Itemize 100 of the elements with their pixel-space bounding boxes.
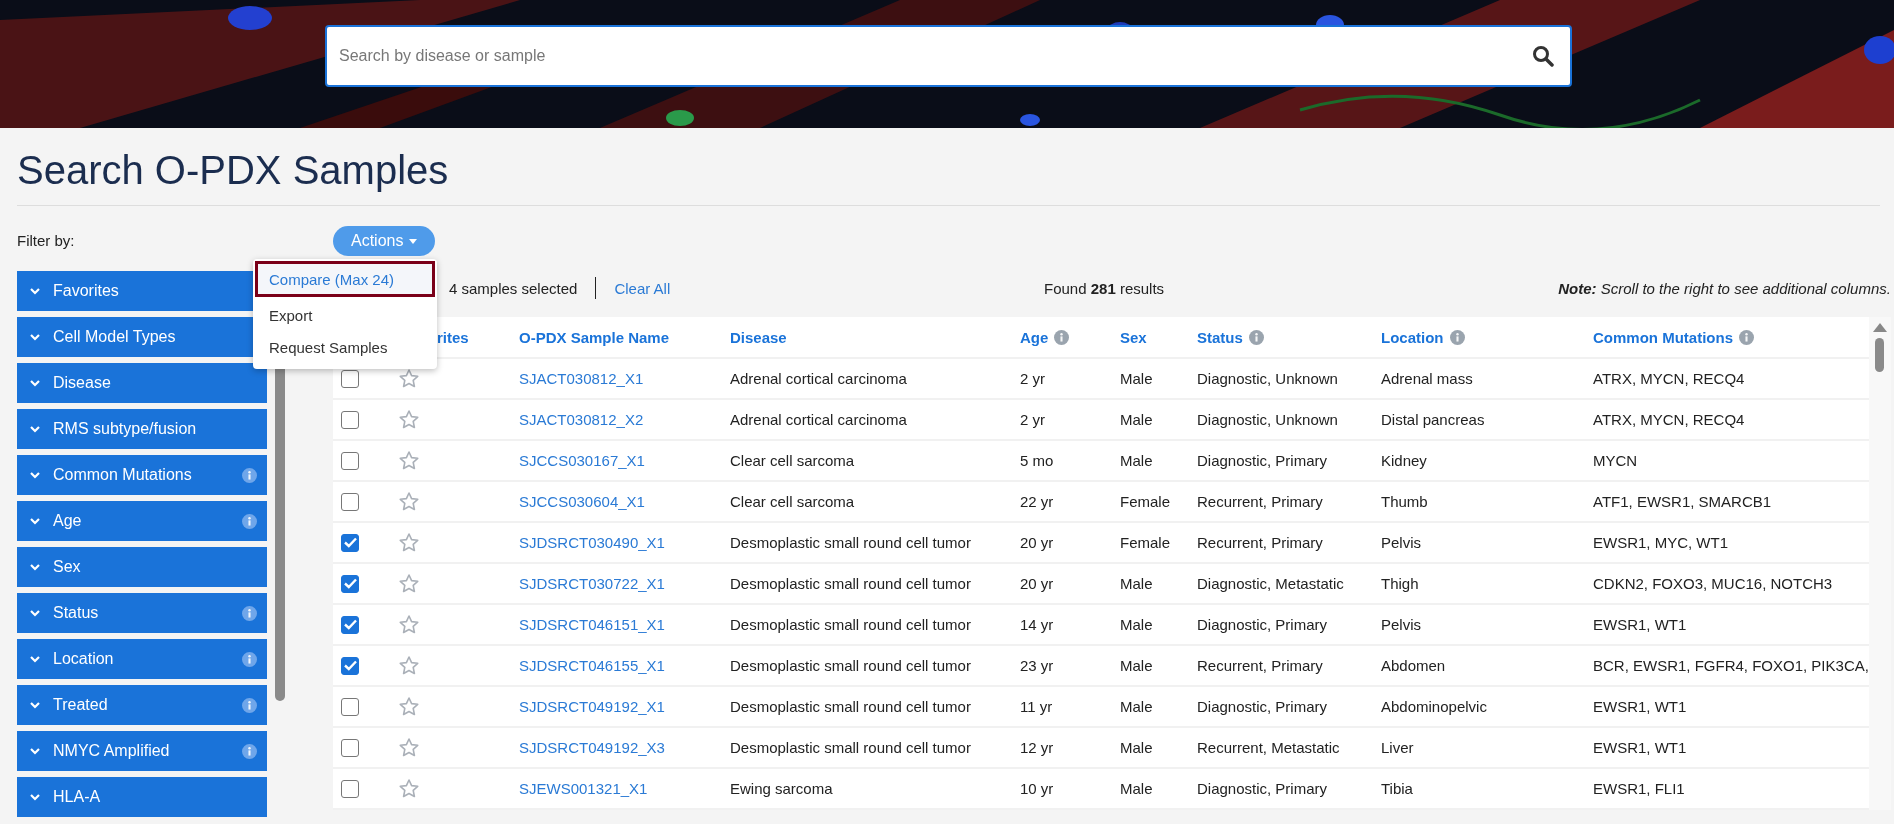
table-cell: Tibia (1381, 780, 1413, 797)
table-cell: Clear cell sarcoma (730, 493, 855, 510)
star-icon[interactable] (399, 615, 419, 634)
table-cell: 14 yr (1020, 616, 1054, 633)
table-cell: 2 yr (1020, 370, 1045, 387)
table-cell: Diagnostic, Unknown (1197, 370, 1338, 387)
column-header[interactable]: rites (437, 328, 469, 346)
table-cell: 2 yr (1020, 411, 1045, 428)
table-cell: Male (1120, 698, 1153, 715)
filter-item[interactable]: Age (17, 501, 267, 541)
scroll-up-icon[interactable] (1872, 323, 1887, 332)
star-icon[interactable] (399, 574, 419, 593)
star-icon[interactable] (399, 369, 419, 388)
column-header[interactable]: O-PDX Sample Name (519, 328, 670, 346)
row-checkbox[interactable] (341, 615, 359, 634)
table-cell: Thigh (1381, 575, 1419, 592)
info-icon[interactable] (242, 743, 257, 759)
sample-link[interactable]: SJDSRCT049192_X3 (519, 739, 665, 756)
sample-link[interactable]: SJDSRCT046155_X1 (519, 657, 665, 674)
row-checkbox[interactable] (341, 410, 359, 429)
info-icon[interactable] (1739, 329, 1754, 345)
info-icon[interactable] (1054, 329, 1070, 345)
sample-link[interactable]: SJCCS030167_X1 (519, 452, 645, 469)
table-cell: EWSR1, FLI1 (1593, 780, 1685, 797)
filter-item[interactable]: Sex (17, 547, 267, 587)
info-icon[interactable] (1449, 329, 1465, 345)
column-header[interactable]: Status (1197, 328, 1243, 346)
table-cell: 10 yr (1020, 780, 1054, 797)
info-icon[interactable] (1248, 329, 1264, 345)
info-icon[interactable] (242, 651, 257, 667)
row-checkbox[interactable] (341, 779, 359, 798)
row-checkbox[interactable] (341, 369, 359, 388)
info-icon[interactable] (242, 605, 257, 621)
table-cell: Diagnostic, Primary (1197, 780, 1328, 797)
sample-link[interactable]: SJEWS001321_X1 (519, 780, 648, 797)
info-icon[interactable] (242, 697, 257, 713)
table-cell: 12 yr (1020, 739, 1054, 756)
filter-item[interactable]: Common Mutations (17, 455, 267, 495)
filter-label-text: Cell Model Types (53, 328, 177, 346)
info-icon[interactable] (242, 467, 257, 483)
table-cell: EWSR1, WT1 (1593, 616, 1687, 633)
sample-link[interactable]: SJDSRCT030722_X1 (519, 575, 665, 592)
table-cell: Male (1120, 452, 1153, 469)
row-checkbox[interactable] (341, 492, 359, 511)
column-header[interactable]: Location (1381, 328, 1444, 346)
search-field[interactable]: Search by disease or sample (325, 25, 1572, 87)
filter-item[interactable]: Status (17, 593, 267, 633)
table-cell: Desmoplastic small round cell tumor (730, 534, 971, 551)
filter-label-text: RMS subtype/fusion (53, 420, 198, 438)
row-checkbox[interactable] (341, 656, 359, 675)
column-header[interactable]: Age (1020, 328, 1049, 346)
sample-link[interactable]: SJDSRCT049192_X1 (519, 698, 665, 715)
star-icon[interactable] (399, 738, 419, 757)
sample-link[interactable]: SJCCS030604_X1 (519, 493, 645, 510)
table-cell: Adrenal mass (1381, 370, 1473, 387)
table-cell: Liver (1381, 739, 1414, 756)
filter-item[interactable]: Location (17, 639, 267, 679)
filter-item[interactable]: RMS subtype/fusion (17, 409, 267, 449)
star-icon[interactable] (399, 697, 419, 716)
table-cell: 23 yr (1020, 657, 1054, 674)
column-header[interactable]: Sex (1120, 328, 1147, 346)
actions-button[interactable]: Actions (333, 226, 436, 256)
star-icon[interactable] (399, 656, 419, 675)
sample-link[interactable]: SJACT030812_X2 (519, 411, 644, 428)
filter-item[interactable]: Treated (17, 685, 267, 725)
table-cell: Diagnostic, Unknown (1197, 411, 1338, 428)
filter-item[interactable]: HLA-A (17, 777, 267, 817)
row-checkbox[interactable] (341, 738, 359, 757)
star-icon[interactable] (399, 451, 419, 470)
table-cell: Male (1120, 657, 1153, 674)
sample-link[interactable]: SJACT030812_X1 (519, 370, 644, 387)
star-icon[interactable] (399, 410, 419, 429)
row-checkbox[interactable] (341, 697, 359, 716)
info-icon[interactable] (242, 513, 257, 529)
sample-link[interactable]: SJDSRCT030490_X1 (519, 534, 665, 551)
row-checkbox[interactable] (341, 451, 359, 470)
clear-all-link[interactable]: Clear All (614, 279, 671, 297)
star-icon[interactable] (399, 492, 419, 511)
row-checkbox[interactable] (341, 574, 359, 593)
table-cell: Recurrent, Primary (1197, 657, 1323, 674)
table-cell: Diagnostic, Primary (1197, 616, 1328, 633)
chevron-down-icon (29, 699, 41, 711)
star-icon[interactable] (399, 779, 419, 798)
filter-label-text: HLA-A (53, 788, 102, 806)
table-cell: Diagnostic, Metastatic (1197, 575, 1344, 592)
column-header[interactable]: Common Mutations (1593, 328, 1733, 346)
column-header[interactable]: Disease (730, 328, 787, 346)
star-icon[interactable] (399, 533, 419, 552)
search-icon[interactable] (1532, 45, 1554, 67)
filter-label: Filter by: (17, 231, 75, 251)
sample-link[interactable]: SJDSRCT046151_X1 (519, 616, 665, 633)
filter-item[interactable]: NMYC Amplified (17, 731, 267, 771)
menu-item[interactable]: Compare (Max 24) (255, 261, 435, 297)
scrollbar-thumb[interactable] (1875, 338, 1885, 372)
chevron-down-icon (29, 607, 41, 619)
row-checkbox[interactable] (341, 533, 359, 552)
table-cell: MYCN (1593, 452, 1638, 469)
filter-label-text: Common Mutations (53, 466, 193, 484)
filter-item[interactable]: Disease (17, 363, 267, 403)
filter-label-text: Location (53, 650, 115, 668)
